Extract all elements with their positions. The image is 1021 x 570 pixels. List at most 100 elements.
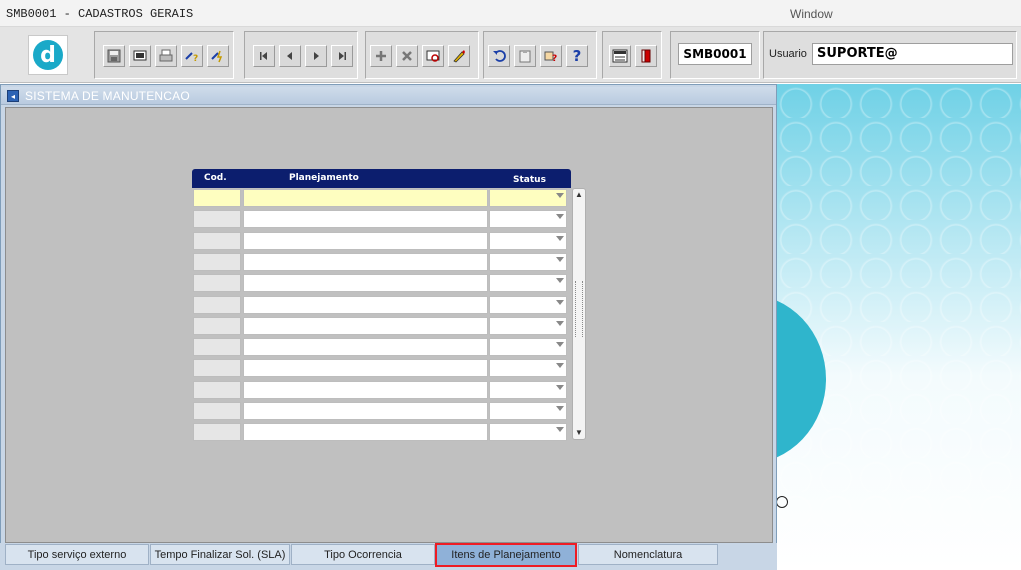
scroll-down-icon[interactable]: ▼ xyxy=(575,429,583,437)
planejamento-field[interactable] xyxy=(243,274,488,292)
chevron-down-icon[interactable] xyxy=(556,257,564,262)
chevron-down-icon[interactable] xyxy=(556,406,564,411)
planejamento-field[interactable] xyxy=(243,338,488,356)
status-select[interactable] xyxy=(489,296,567,314)
app-logo: d xyxy=(28,35,68,75)
tab-itens-de-planejamento[interactable]: Itens de Planejamento xyxy=(435,543,577,567)
tab-tipo-ocorrencia[interactable]: Tipo Ocorrencia xyxy=(291,544,435,565)
cod-field[interactable] xyxy=(193,317,241,335)
tab-label: Tipo Ocorrencia xyxy=(324,548,402,561)
planejamento-field[interactable] xyxy=(243,317,488,335)
screen-icon[interactable] xyxy=(129,45,151,67)
cod-field[interactable] xyxy=(193,189,241,207)
cod-field[interactable] xyxy=(193,381,241,399)
grid-scrollbar[interactable]: ▲ ▼ xyxy=(572,188,586,440)
cod-field[interactable] xyxy=(193,253,241,271)
planejamento-field[interactable] xyxy=(243,359,488,377)
planejamento-field[interactable] xyxy=(243,210,488,228)
status-select[interactable] xyxy=(489,423,567,441)
toolbar-group-records xyxy=(365,31,479,79)
chevron-down-icon[interactable] xyxy=(556,321,564,326)
background-decoration xyxy=(776,84,1021,570)
cod-field[interactable] xyxy=(193,274,241,292)
help-hand-icon[interactable]: ? xyxy=(540,45,562,67)
first-record-icon[interactable] xyxy=(253,45,275,67)
header-status: Status xyxy=(513,175,546,185)
find-icon[interactable] xyxy=(422,45,444,67)
chevron-down-icon[interactable] xyxy=(556,342,564,347)
chevron-down-icon[interactable] xyxy=(556,300,564,305)
status-select[interactable] xyxy=(489,359,567,377)
planejamento-field[interactable] xyxy=(243,253,488,271)
planejamento-field[interactable] xyxy=(243,232,488,250)
execute-query-icon[interactable] xyxy=(207,45,229,67)
status-select[interactable] xyxy=(489,317,567,335)
chevron-down-icon[interactable] xyxy=(556,363,564,368)
status-select[interactable] xyxy=(489,189,567,207)
menu-window[interactable]: Window xyxy=(790,7,833,21)
form-code-field: SMB0001 xyxy=(678,43,752,65)
svg-text:?: ? xyxy=(193,54,198,63)
window-title-text: SISTEMA DE MANUTENCAO xyxy=(25,89,190,103)
next-record-icon[interactable] xyxy=(305,45,327,67)
planejamento-field[interactable] xyxy=(243,423,488,441)
tab-tipo-servico-externo[interactable]: Tipo serviço externo xyxy=(5,544,149,565)
planejamento-field[interactable] xyxy=(243,402,488,420)
clipboard-icon[interactable] xyxy=(514,45,536,67)
cod-field[interactable] xyxy=(193,338,241,356)
cod-field[interactable] xyxy=(193,296,241,314)
scroll-up-icon[interactable]: ▲ xyxy=(575,191,583,199)
chevron-down-icon[interactable] xyxy=(556,385,564,390)
undo-icon[interactable] xyxy=(488,45,510,67)
insert-record-icon[interactable] xyxy=(370,45,392,67)
chevron-down-icon[interactable] xyxy=(556,193,564,198)
status-select[interactable] xyxy=(489,338,567,356)
menu-icon[interactable] xyxy=(609,45,631,67)
last-record-icon[interactable] xyxy=(331,45,353,67)
planejamento-field[interactable] xyxy=(243,381,488,399)
print-icon[interactable] xyxy=(155,45,177,67)
status-select[interactable] xyxy=(489,232,567,250)
edit-icon[interactable] xyxy=(448,45,470,67)
window-title: SMB0001 - CADASTROS GERAIS xyxy=(6,7,194,21)
header-cod: Cod. xyxy=(204,173,227,183)
grid-header: Cod. Planejamento Status xyxy=(192,169,571,188)
status-select[interactable] xyxy=(489,274,567,292)
decorative-ring xyxy=(776,496,788,508)
cod-field[interactable] xyxy=(193,423,241,441)
cod-field[interactable] xyxy=(193,210,241,228)
previous-record-icon[interactable] xyxy=(279,45,301,67)
tab-nomenclatura[interactable]: Nomenclatura xyxy=(578,544,718,565)
chevron-down-icon[interactable] xyxy=(556,214,564,219)
status-select[interactable] xyxy=(489,402,567,420)
tab-label: Tipo serviço externo xyxy=(27,548,127,561)
planejamento-field[interactable] xyxy=(243,189,488,207)
planejamento-field[interactable] xyxy=(243,296,488,314)
cod-field[interactable] xyxy=(193,232,241,250)
query-icon[interactable]: ? xyxy=(181,45,203,67)
header-planejamento: Planejamento xyxy=(289,173,359,183)
toolbar-group-file: ? xyxy=(94,31,234,79)
tab-bar: Tipo serviço externo Tempo Finalizar Sol… xyxy=(0,543,777,570)
chevron-down-icon[interactable] xyxy=(556,236,564,241)
status-select[interactable] xyxy=(489,210,567,228)
window-icon: ◂ xyxy=(7,90,19,102)
title-bar: SMB0001 - CADASTROS GERAIS Window xyxy=(0,0,1021,27)
cod-field[interactable] xyxy=(193,359,241,377)
user-label: Usuario xyxy=(769,48,807,60)
tab-tempo-finalizar-sla[interactable]: Tempo Finalizar Sol. (SLA) xyxy=(150,544,290,565)
chevron-down-icon[interactable] xyxy=(556,427,564,432)
window-titlebar: ◂ SISTEMA DE MANUTENCAO xyxy=(1,87,776,105)
logo-letter: d xyxy=(33,40,63,70)
exit-icon[interactable] xyxy=(635,45,657,67)
status-select[interactable] xyxy=(489,253,567,271)
delete-record-icon[interactable] xyxy=(396,45,418,67)
save-icon[interactable] xyxy=(103,45,125,67)
status-select[interactable] xyxy=(489,381,567,399)
cod-field[interactable] xyxy=(193,402,241,420)
tab-label: Nomenclatura xyxy=(613,548,683,561)
scroll-thumb[interactable] xyxy=(575,281,583,337)
help-icon[interactable]: ? xyxy=(566,45,588,67)
svg-text:?: ? xyxy=(552,54,557,63)
chevron-down-icon[interactable] xyxy=(556,278,564,283)
